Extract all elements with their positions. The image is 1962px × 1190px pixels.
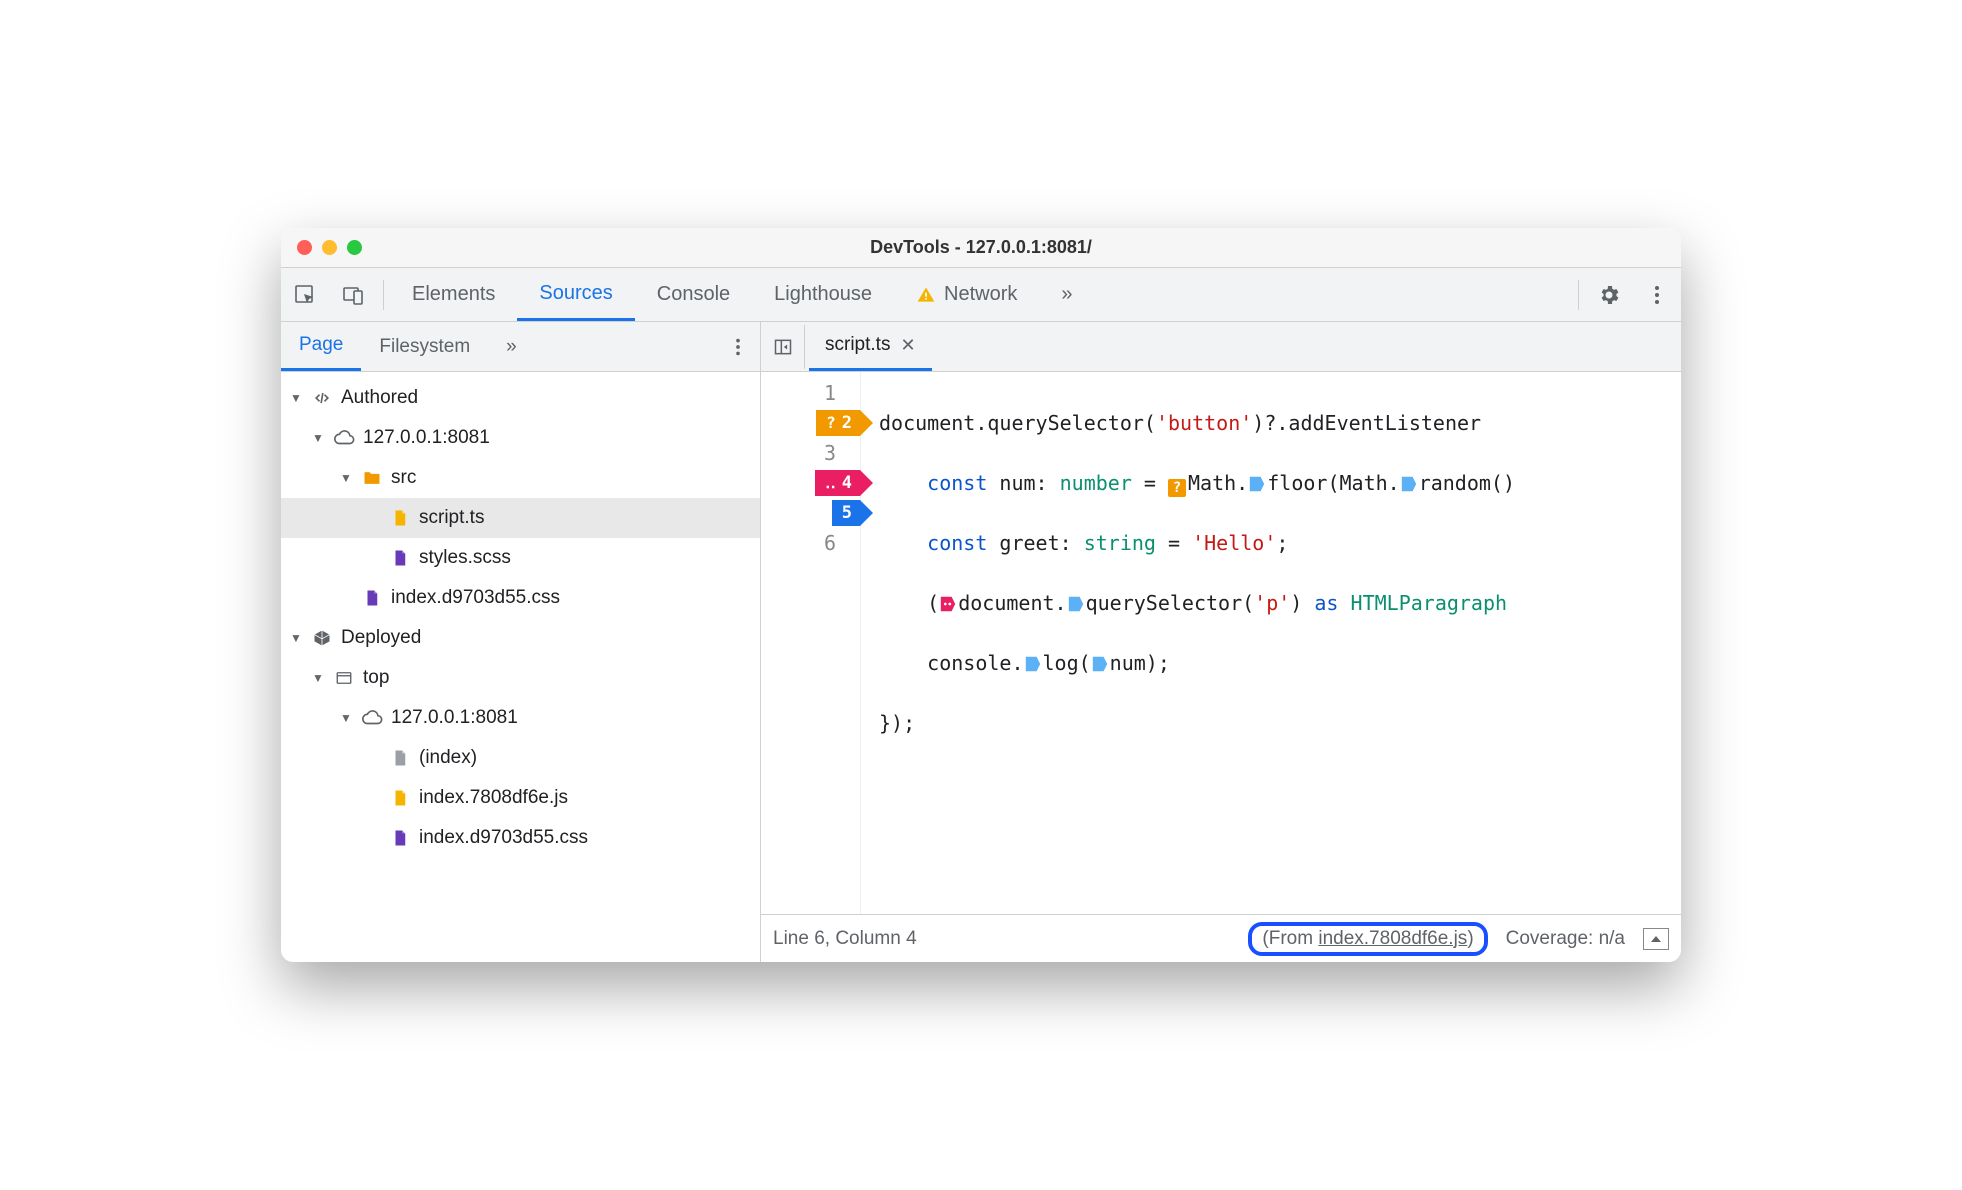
tree-folder-src[interactable]: ▼ src	[281, 458, 760, 498]
cursor-position: Line 6, Column 4	[773, 928, 917, 950]
code-icon	[311, 387, 333, 409]
chevron-down-icon: ▼	[311, 671, 325, 685]
bp-marker-icon	[1091, 655, 1109, 673]
inspect-element-icon[interactable]	[281, 271, 329, 319]
conditional-breakpoint-line-2[interactable]: ?2	[816, 408, 860, 438]
coverage-status: Coverage: n/a	[1506, 928, 1625, 950]
sidebar-kebab-icon[interactable]	[716, 325, 760, 369]
tab-console[interactable]: Console	[635, 268, 752, 321]
show-drawer-icon[interactable]	[1643, 928, 1669, 950]
tree-top[interactable]: ▼ top	[281, 658, 760, 698]
source-map-link[interactable]: index.7808df6e.js	[1318, 928, 1467, 949]
code-area: 1 ?2 3 ‥4 5	[761, 372, 1681, 914]
breakpoint-line-5[interactable]: 5	[832, 498, 860, 528]
maximize-window-button[interactable]	[347, 240, 362, 255]
tab-lighthouse[interactable]: Lighthouse	[752, 268, 894, 321]
tab-network[interactable]: Network	[894, 268, 1039, 321]
sidebar-tabs-overflow[interactable]: »	[488, 322, 535, 371]
sidebar-tabs: Page Filesystem »	[281, 322, 760, 372]
tree-file-index-css-2[interactable]: index.d9703d55.css	[281, 818, 760, 858]
css-file-icon	[389, 827, 411, 849]
linenum: 3	[824, 438, 836, 468]
chevron-down-icon: ▼	[289, 391, 303, 405]
close-tab-icon[interactable]: ✕	[900, 335, 915, 356]
tree-file-index-css-1[interactable]: index.d9703d55.css	[281, 578, 760, 618]
cube-icon	[311, 627, 333, 649]
kebab-menu-icon[interactable]	[1633, 271, 1681, 319]
editor-tabbar: script.ts ✕	[761, 322, 1681, 372]
titlebar: DevTools - 127.0.0.1:8081/	[281, 228, 1681, 268]
source-code[interactable]: document.querySelector('button')?.addEve…	[861, 372, 1515, 914]
bp-marker-icon	[1248, 475, 1266, 493]
tree-host-authored[interactable]: ▼ 127.0.0.1:8081	[281, 418, 760, 458]
chevron-down-icon: ▼	[339, 711, 353, 725]
window-title: DevTools - 127.0.0.1:8081/	[870, 237, 1092, 258]
chevron-down-icon: ▼	[311, 431, 325, 445]
file-tab-label: script.ts	[825, 334, 890, 356]
chevron-down-icon: ▼	[289, 631, 303, 645]
content: Page Filesystem » ▼ Authored ▼ 127.0.0.1…	[281, 322, 1681, 962]
js-file-icon	[389, 787, 411, 809]
status-bar: Line 6, Column 4 (From index.7808df6e.js…	[761, 914, 1681, 962]
tab-elements[interactable]: Elements	[390, 268, 517, 321]
tree-host-deployed[interactable]: ▼ 127.0.0.1:8081	[281, 698, 760, 738]
sidebar-tab-page[interactable]: Page	[281, 322, 361, 371]
bp-marker-icon	[1024, 655, 1042, 673]
frame-icon	[333, 667, 355, 689]
close-window-button[interactable]	[297, 240, 312, 255]
source-map-origin[interactable]: (From index.7808df6e.js)	[1248, 922, 1487, 956]
document-icon	[389, 747, 411, 769]
divider	[1578, 280, 1579, 310]
window-controls	[281, 240, 362, 255]
gutter[interactable]: 1 ?2 3 ‥4 5	[761, 372, 861, 914]
minimize-window-button[interactable]	[322, 240, 337, 255]
chevron-down-icon: ▼	[339, 471, 353, 485]
cloud-icon	[333, 427, 355, 449]
editor-tab-script-ts[interactable]: script.ts ✕	[809, 322, 932, 371]
file-tree: ▼ Authored ▼ 127.0.0.1:8081 ▼ src	[281, 372, 760, 962]
tree-file-script-ts[interactable]: script.ts	[281, 498, 760, 538]
js-file-icon	[389, 507, 411, 529]
folder-icon	[361, 467, 383, 489]
css-file-icon	[361, 587, 383, 609]
logpoint-chip-icon	[939, 595, 957, 613]
show-navigator-icon[interactable]	[761, 325, 805, 369]
tree-file-index-js[interactable]: index.7808df6e.js	[281, 778, 760, 818]
tree-deployed[interactable]: ▼ Deployed	[281, 618, 760, 658]
css-file-icon	[389, 547, 411, 569]
warning-icon	[916, 285, 936, 305]
main-tabbar: Elements Sources Console Lighthouse Netw…	[281, 268, 1681, 322]
settings-icon[interactable]	[1585, 271, 1633, 319]
conditional-bp-chip-icon: ?	[1168, 479, 1186, 497]
tab-sources[interactable]: Sources	[517, 268, 634, 321]
tree-authored[interactable]: ▼ Authored	[281, 378, 760, 418]
sidebar: Page Filesystem » ▼ Authored ▼ 127.0.0.1…	[281, 322, 761, 962]
logpoint-line-4[interactable]: ‥4	[815, 468, 860, 498]
tree-file-styles-scss[interactable]: styles.scss	[281, 538, 760, 578]
tree-file-index[interactable]: (index)	[281, 738, 760, 778]
linenum: 6	[824, 528, 836, 558]
bp-marker-icon	[1400, 475, 1418, 493]
editor-panel: script.ts ✕ 1 ?2 3 ‥4	[761, 322, 1681, 962]
linenum: 1	[824, 378, 836, 408]
bp-marker-icon	[1067, 595, 1085, 613]
divider	[383, 280, 384, 310]
tabs-overflow[interactable]: »	[1039, 268, 1094, 321]
cloud-icon	[361, 707, 383, 729]
device-toolbar-icon[interactable]	[329, 271, 377, 319]
sidebar-tab-filesystem[interactable]: Filesystem	[361, 322, 488, 371]
devtools-window: DevTools - 127.0.0.1:8081/ Elements Sour…	[281, 228, 1681, 962]
